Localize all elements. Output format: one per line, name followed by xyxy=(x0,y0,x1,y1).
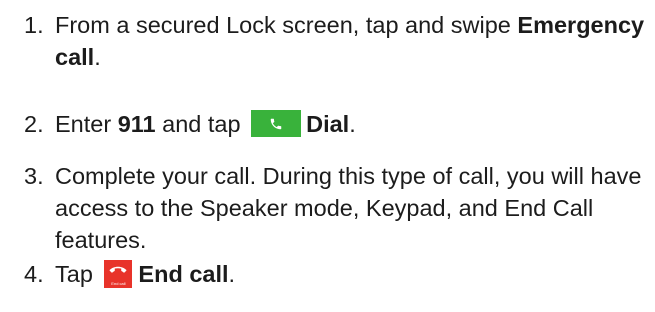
step-text-plain: and tap xyxy=(155,111,248,137)
dial-label: Dial xyxy=(306,111,350,137)
end-call-label: End call xyxy=(138,261,229,287)
end-call-icon xyxy=(110,266,127,273)
step-text-plain: Enter xyxy=(55,111,118,137)
step-text: Tap End call End call. xyxy=(55,258,650,290)
step-number: 4. xyxy=(24,261,44,287)
emergency-call-steps: 1. From a secured Lock screen, tap and s… xyxy=(0,0,655,312)
step-number: 1. xyxy=(24,12,44,38)
end-call-button[interactable]: End call xyxy=(104,259,133,288)
step-text-period: . xyxy=(228,261,236,287)
step-text: Enter 911 and tap Dial. xyxy=(55,108,650,140)
step-text: Complete your call. During this type of … xyxy=(55,163,642,253)
dial-button[interactable] xyxy=(251,110,302,138)
step-text-plain: Tap xyxy=(55,261,100,287)
step-text-plain: From a secured Lock screen, tap and swip… xyxy=(55,12,518,38)
step-text-period: . xyxy=(94,44,101,70)
end-call-button-caption: End call xyxy=(111,280,126,286)
emergency-number: 911 xyxy=(117,111,156,137)
step-number: 3. xyxy=(24,163,44,189)
phone-icon xyxy=(270,119,282,130)
step-text: From a secured Lock screen, tap and swip… xyxy=(55,9,650,73)
step-number: 2. xyxy=(24,111,44,137)
step-text-period: . xyxy=(349,111,356,137)
